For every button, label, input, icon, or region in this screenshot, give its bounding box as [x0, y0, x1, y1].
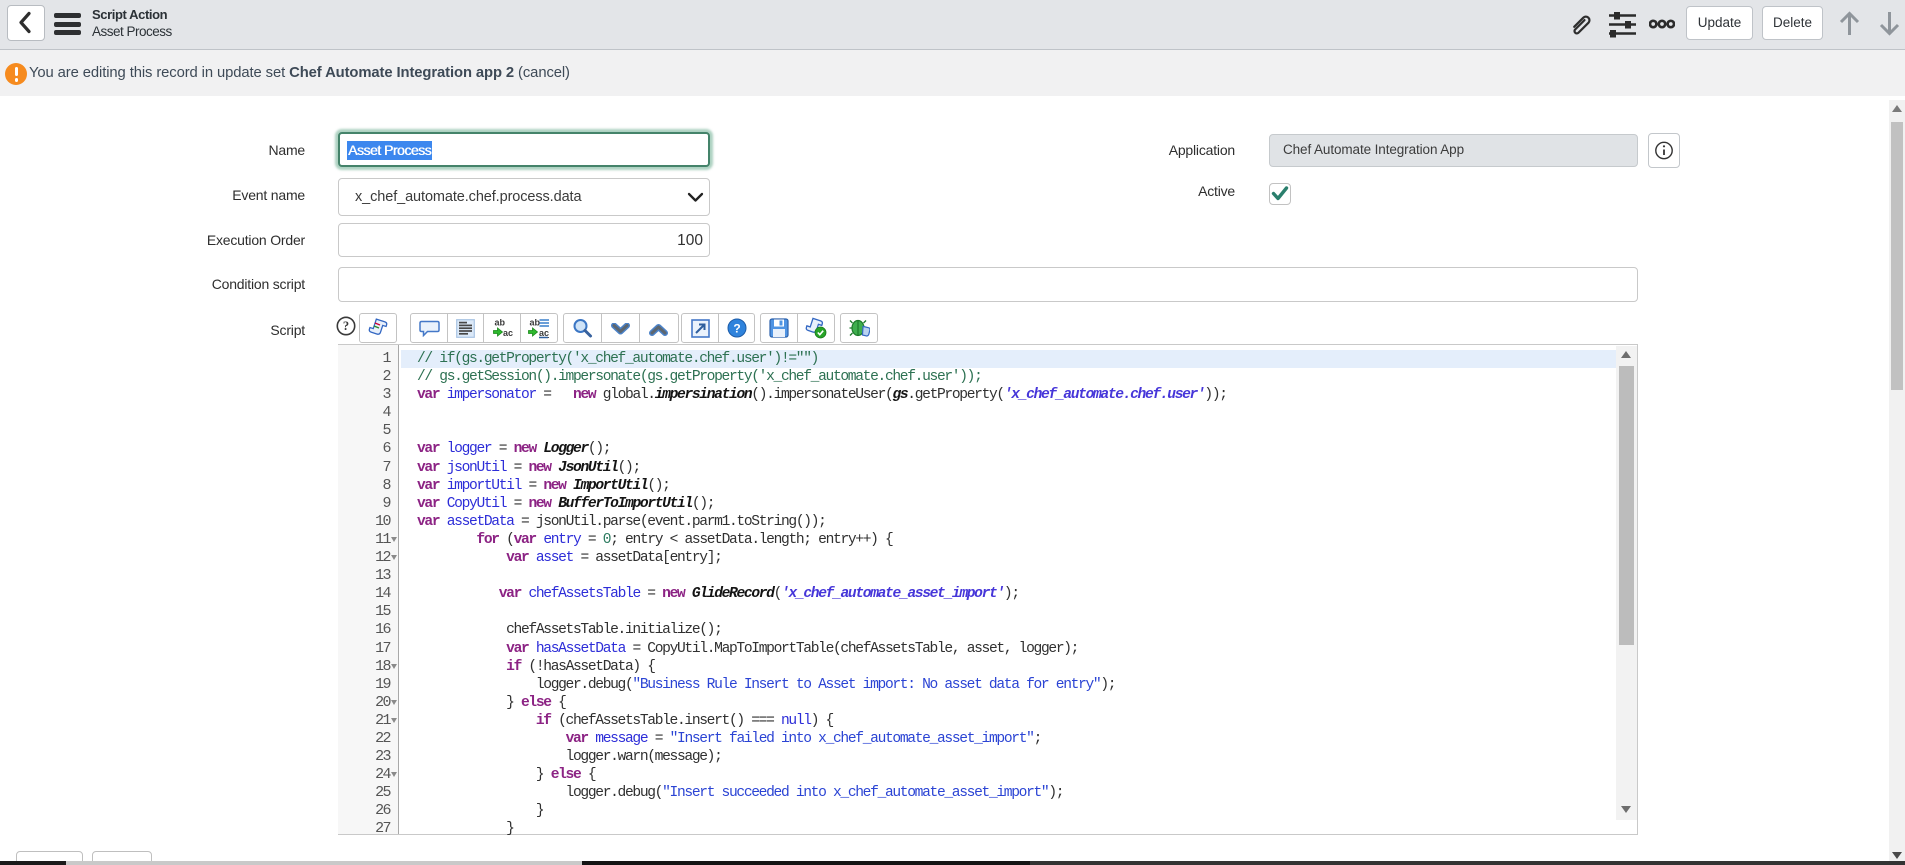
- svg-text:ac: ac: [503, 328, 513, 338]
- svg-text:ab: ab: [530, 318, 541, 328]
- svg-text:ab: ab: [495, 318, 506, 328]
- svg-text:ac: ac: [539, 328, 549, 338]
- svg-text:?: ?: [343, 319, 349, 333]
- svg-text:?: ?: [733, 322, 740, 336]
